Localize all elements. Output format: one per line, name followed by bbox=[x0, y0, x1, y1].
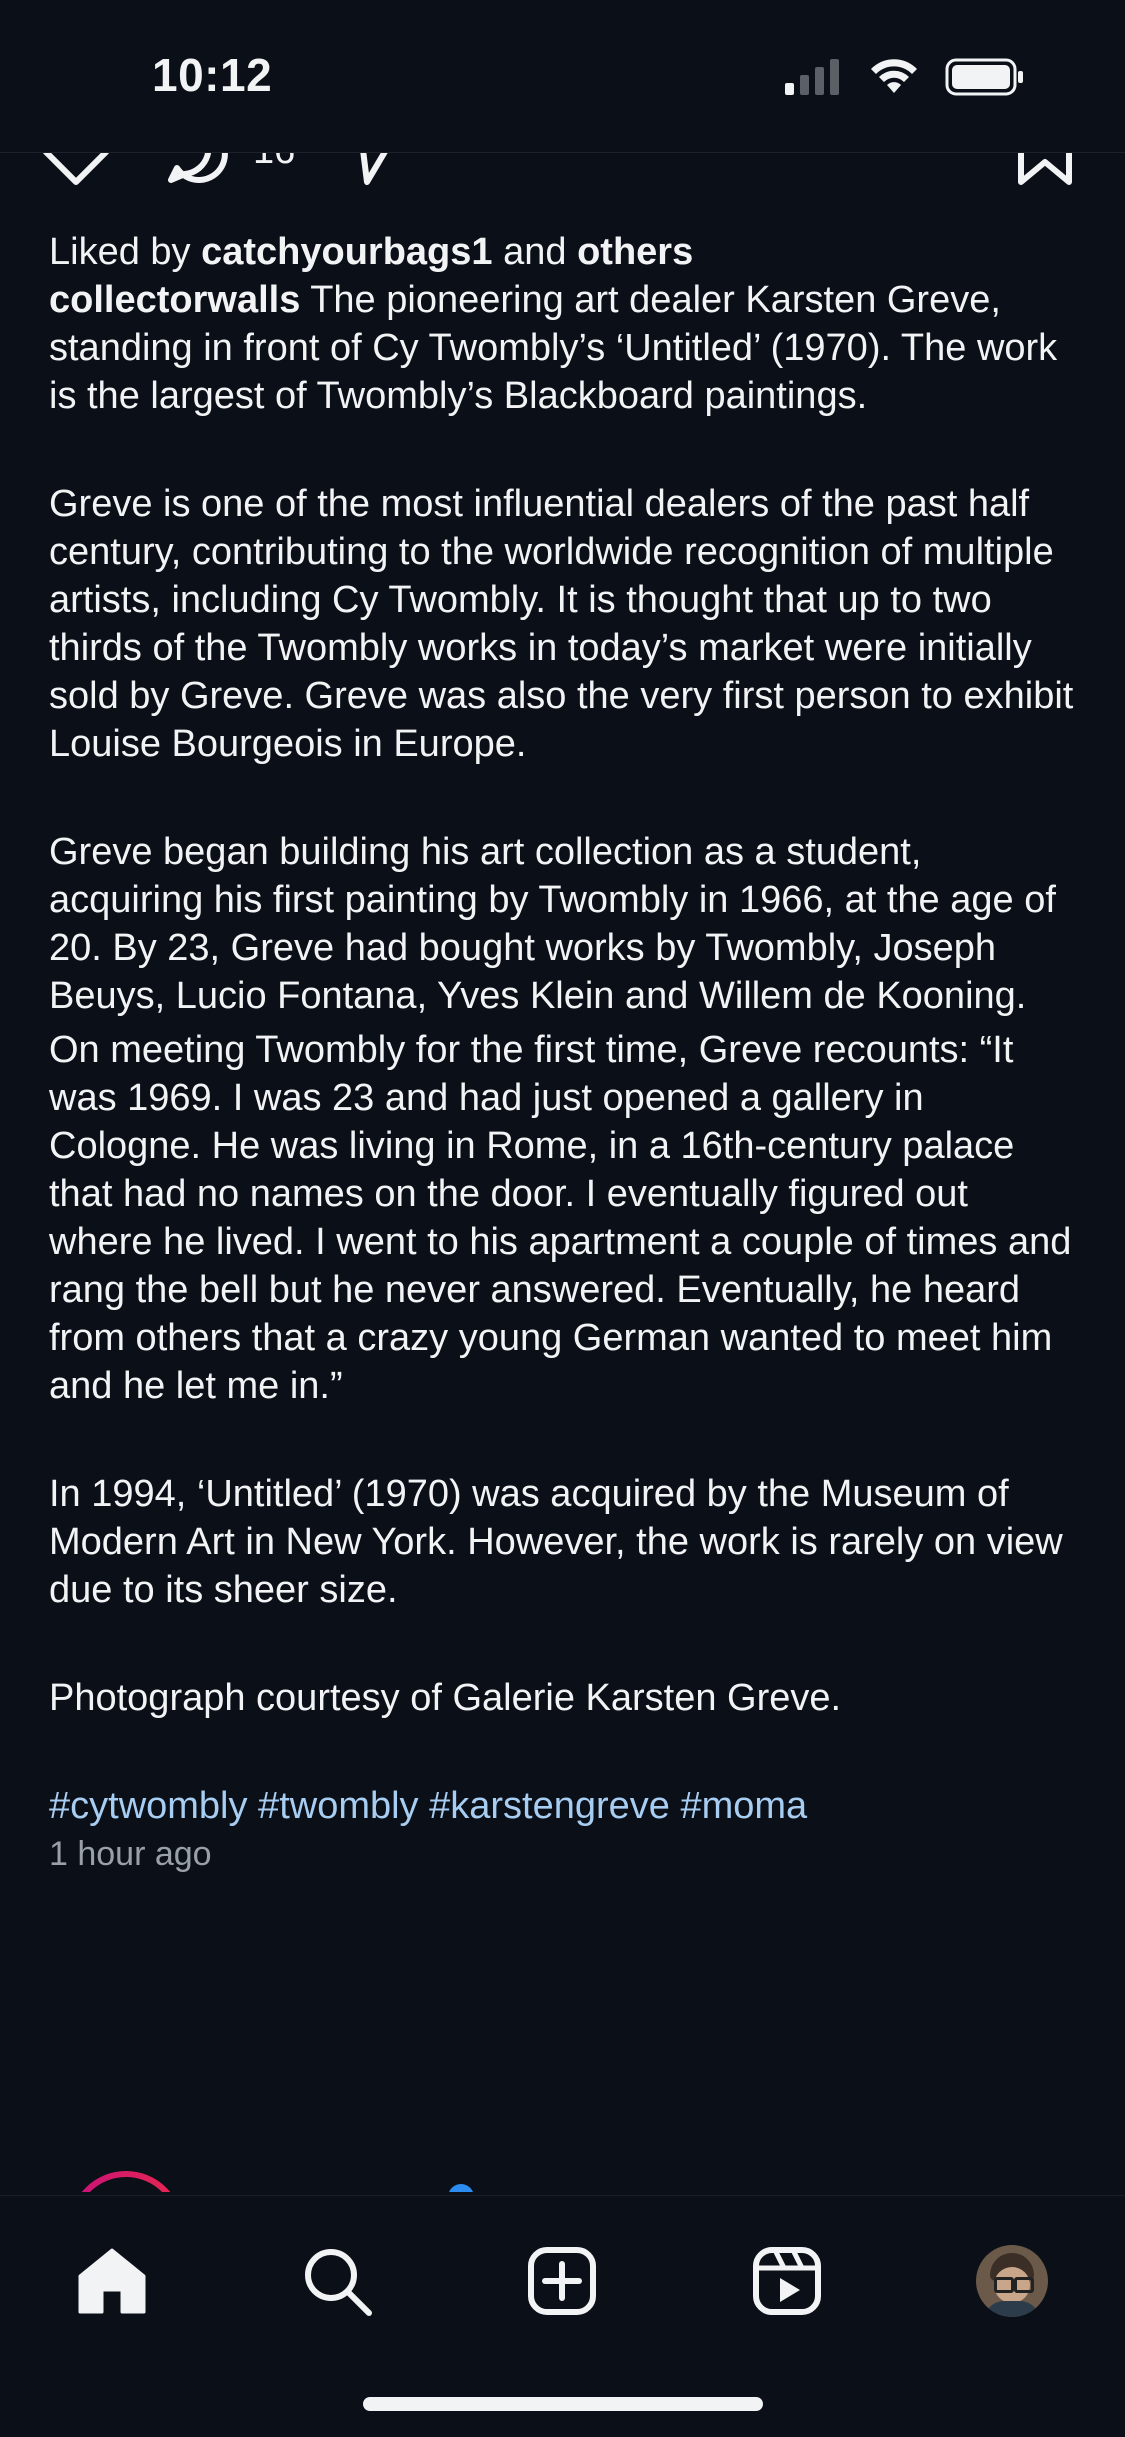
status-divider bbox=[0, 152, 1125, 153]
caption-paragraph-6: Photograph courtesy of Galerie Karsten G… bbox=[49, 1677, 842, 1719]
tab-profile[interactable] bbox=[967, 2236, 1057, 2326]
status-time: 10:12 bbox=[152, 49, 273, 101]
tab-create[interactable] bbox=[517, 2236, 607, 2326]
status-bar: 10:12 bbox=[0, 0, 1125, 152]
verified-badge-icon bbox=[448, 2184, 474, 2192]
caption-paragraph-1: collectorwalls The pioneering art dealer… bbox=[49, 276, 1079, 420]
liked-by-user-link[interactable]: catchyourbags1 bbox=[201, 231, 492, 273]
tab-reels[interactable] bbox=[742, 2236, 832, 2326]
caption-paragraph-5: In 1994, ‘Untitled’ (1970) was acquired … bbox=[49, 1473, 1063, 1611]
next-post-peek bbox=[0, 2160, 1125, 2192]
wifi-icon bbox=[871, 59, 917, 93]
post-timestamp: 1 hour ago bbox=[49, 1835, 212, 1873]
tab-home[interactable] bbox=[67, 2236, 157, 2326]
signal-icon bbox=[785, 59, 839, 95]
battery-icon bbox=[945, 58, 1023, 96]
search-icon bbox=[305, 2249, 372, 2316]
liked-by-others-link[interactable]: others bbox=[577, 231, 693, 273]
tab-search[interactable] bbox=[292, 2236, 382, 2326]
create-icon bbox=[528, 2247, 596, 2315]
post-caption: Liked by catchyourbags1 and others colle… bbox=[49, 228, 1079, 1878]
profile-avatar bbox=[976, 2245, 1048, 2317]
home-icon bbox=[78, 2248, 146, 2314]
story-ring-icon bbox=[81, 2171, 171, 2192]
liked-by-prefix: Liked by bbox=[49, 231, 202, 273]
home-indicator[interactable] bbox=[363, 2397, 763, 2411]
hashtags-links[interactable]: #cytwombly #twombly #karstengreve #moma bbox=[49, 1782, 1079, 1830]
liked-by-line: Liked by catchyourbags1 and others bbox=[49, 228, 1079, 276]
caption-paragraph-4: On meeting Twombly for the first time, G… bbox=[49, 1029, 1072, 1407]
author-username-link[interactable]: collectorwalls bbox=[49, 279, 300, 321]
liked-by-and: and bbox=[492, 231, 578, 273]
caption-paragraph-2: Greve is one of the most influential dea… bbox=[49, 483, 1074, 765]
caption-paragraph-3: Greve began building his art collection … bbox=[49, 831, 1056, 1017]
reels-icon bbox=[753, 2247, 821, 2315]
status-icons bbox=[783, 58, 1025, 96]
